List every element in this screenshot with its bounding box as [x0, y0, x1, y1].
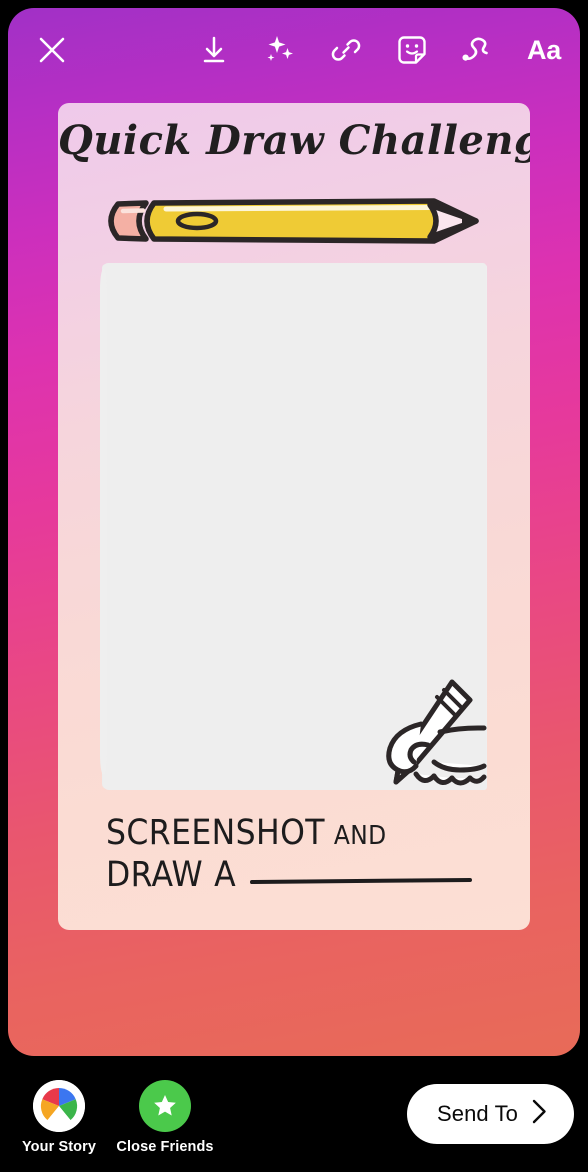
- quick-draw-sticker-card[interactable]: Quick Draw Challenge SCREENSHOT AND DRAW…: [58, 103, 530, 930]
- toolbar-tool-group: Aa: [192, 28, 566, 72]
- prompt-word-a: A: [214, 854, 237, 895]
- close-icon[interactable]: [30, 28, 74, 72]
- send-to-label: Send To: [436, 1101, 518, 1126]
- pencil-icon: [108, 198, 479, 244]
- draw-squiggle-icon[interactable]: [456, 28, 500, 72]
- send-to-button[interactable]: Send To: [406, 1084, 574, 1144]
- audience-close-friends[interactable]: Close Friends: [116, 1080, 214, 1155]
- green-star-icon: [139, 1080, 191, 1132]
- phone-screen: Aa Quick Draw Challenge SCREENSHOT AND D…: [0, 0, 588, 1172]
- effects-sparkle-icon[interactable]: [258, 28, 302, 72]
- audience-your-story[interactable]: Your Story: [11, 1080, 107, 1155]
- story-toolbar: Aa: [8, 8, 580, 92]
- link-icon[interactable]: [324, 28, 368, 72]
- prompt-line-2: DRAW A: [106, 854, 506, 895]
- prompt-word-and: AND: [333, 821, 387, 851]
- story-canvas[interactable]: Aa Quick Draw Challenge SCREENSHOT AND D…: [8, 8, 580, 1056]
- pinwheel-avatar-icon: [33, 1080, 85, 1132]
- prompt-line-1: SCREENSHOT AND: [106, 813, 506, 853]
- chevron-right-icon: [531, 1098, 548, 1130]
- sticker-smiley-icon[interactable]: [390, 28, 434, 72]
- prompt-text: SCREENSHOT AND DRAW A: [106, 813, 506, 895]
- prompt-blank-line[interactable]: [250, 877, 473, 884]
- text-aa-icon[interactable]: Aa: [522, 28, 566, 72]
- bottom-action-bar: Your Story Close Friends Send To: [0, 1064, 588, 1172]
- prompt-word-screenshot: SCREENSHOT: [106, 813, 325, 853]
- text-tool-label: Aa: [527, 34, 561, 65]
- prompt-word-draw: DRAW: [106, 854, 204, 895]
- audience-your-story-label: Your Story: [21, 1139, 97, 1155]
- card-title: Quick Draw Challenge: [58, 117, 530, 164]
- save-icon[interactable]: [192, 28, 236, 72]
- hand-drawing-with-pencil-icon: [386, 679, 487, 786]
- audience-close-friends-label: Close Friends: [116, 1139, 214, 1155]
